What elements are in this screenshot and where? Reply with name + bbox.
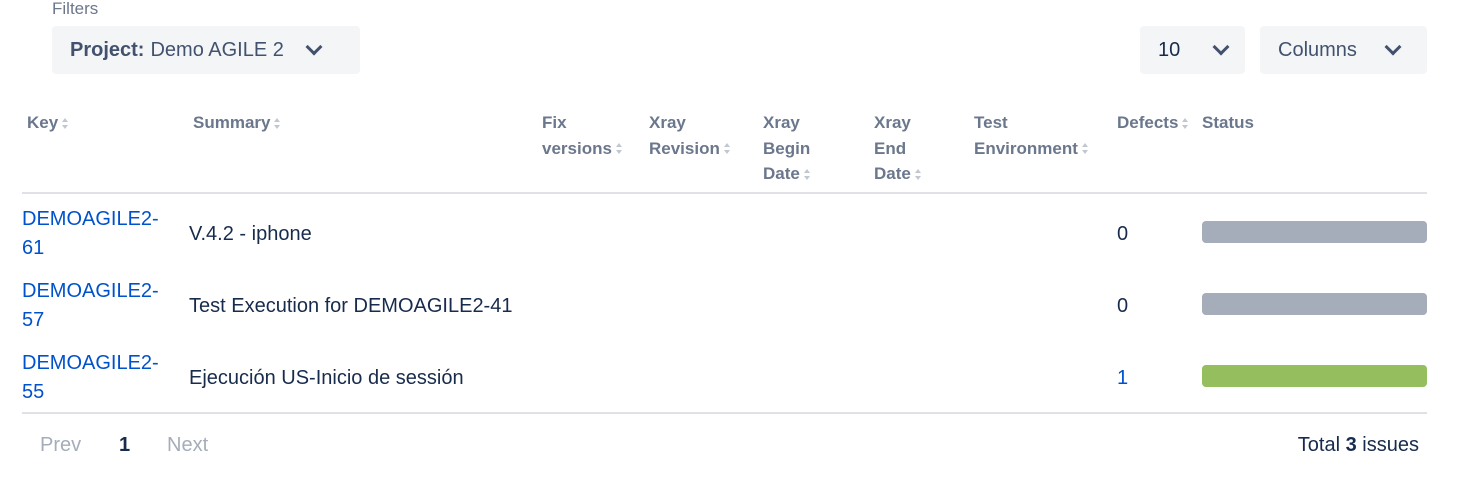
column-header-status: Status	[1202, 110, 1254, 136]
defects-count: 0	[1117, 223, 1129, 245]
status-bar	[1202, 221, 1427, 243]
sort-icon	[273, 117, 281, 131]
status-bar-fill	[1202, 221, 1427, 243]
chevron-down-icon	[305, 38, 323, 56]
sort-icon	[61, 117, 69, 131]
defects-count: 0	[1117, 295, 1129, 317]
sort-icon	[803, 168, 811, 182]
column-header-defects[interactable]: Defects	[1117, 110, 1189, 136]
next-page-button[interactable]: Next	[167, 433, 208, 457]
project-filter-button[interactable]: Project: Demo AGILE 2	[52, 26, 360, 74]
column-header-label-line: versions	[542, 138, 612, 158]
column-header-label-line: Begin	[763, 138, 811, 158]
issue-key-link[interactable]: DEMOAGILE2- 57	[22, 277, 172, 335]
column-header-xray-begin-date[interactable]: Xray Begin Date	[763, 110, 811, 187]
issue-key-line: 55	[22, 381, 45, 403]
chevron-down-icon	[1384, 38, 1402, 56]
columns-button-label: Columns	[1278, 38, 1357, 61]
column-header-label-line: End	[874, 138, 907, 158]
column-header-label-line: Revision	[649, 138, 720, 158]
total-suffix: issues	[1362, 434, 1419, 456]
issue-summary: Test Execution for DEMOAGILE2-41	[189, 295, 513, 317]
issue-key-link[interactable]: DEMOAGILE2- 61	[22, 205, 172, 263]
sort-icon	[723, 142, 731, 156]
column-header-label-line: Fix	[542, 113, 567, 132]
sort-icon	[914, 168, 922, 182]
sort-icon	[1181, 117, 1189, 131]
issue-key-line: 61	[22, 237, 45, 259]
total-count: 3	[1345, 434, 1357, 456]
column-header-label-line: Xray	[874, 113, 911, 132]
issue-key-line: DEMOAGILE2-	[22, 352, 159, 374]
column-header-label-line: Environment	[974, 138, 1078, 158]
column-header-label-line: Date	[763, 164, 800, 183]
column-header-label-line: Test	[974, 113, 1008, 132]
column-header-key-label: Key	[27, 113, 59, 132]
column-header-label-line: Xray	[649, 113, 686, 132]
status-bar-fill	[1202, 293, 1427, 315]
status-bar	[1202, 365, 1427, 387]
filters-label: Filters	[52, 0, 99, 18]
sort-icon	[615, 142, 623, 156]
status-bar	[1202, 293, 1427, 315]
chevron-down-icon	[1212, 38, 1230, 56]
sort-icon	[1081, 142, 1089, 156]
column-header-summary[interactable]: Summary	[193, 110, 281, 136]
defects-count-link[interactable]: 1	[1117, 366, 1128, 390]
project-filter-value: Demo AGILE 2	[150, 38, 284, 61]
issue-key-line: 57	[22, 309, 45, 331]
column-header-xray-end-date[interactable]: Xray End Date	[874, 110, 922, 187]
status-bar-fill	[1202, 365, 1427, 387]
prev-page-button[interactable]: Prev	[40, 433, 81, 457]
column-header-summary-label: Summary	[193, 113, 271, 132]
footer-divider	[22, 412, 1427, 414]
column-header-test-environment[interactable]: Test Environment	[974, 110, 1089, 161]
column-header-key[interactable]: Key	[27, 110, 69, 136]
columns-button[interactable]: Columns	[1260, 26, 1427, 74]
column-header-defects-label: Defects	[1117, 113, 1179, 132]
issue-key-line: DEMOAGILE2-	[22, 208, 159, 230]
page-size-select[interactable]: 10	[1140, 26, 1245, 74]
current-page-number[interactable]: 1	[119, 433, 130, 457]
issue-summary: Ejecución US-Inicio de sessión	[189, 367, 464, 389]
column-header-label-line: Xray	[763, 113, 800, 132]
column-header-status-label: Status	[1202, 113, 1254, 132]
issue-summary: V.4.2 - iphone	[189, 223, 312, 245]
project-filter-key: Project:	[70, 38, 145, 61]
column-header-xray-revision[interactable]: Xray Revision	[649, 110, 731, 161]
issue-key-link[interactable]: DEMOAGILE2- 55	[22, 349, 172, 407]
column-header-fix-versions[interactable]: Fix versions	[542, 110, 623, 161]
issue-key-line: DEMOAGILE2-	[22, 280, 159, 302]
header-divider	[22, 192, 1427, 194]
total-prefix: Total	[1297, 434, 1341, 456]
column-header-label-line: Date	[874, 164, 911, 183]
page-size-value: 10	[1158, 38, 1181, 61]
total-issues: Total 3 issues	[1298, 433, 1419, 457]
